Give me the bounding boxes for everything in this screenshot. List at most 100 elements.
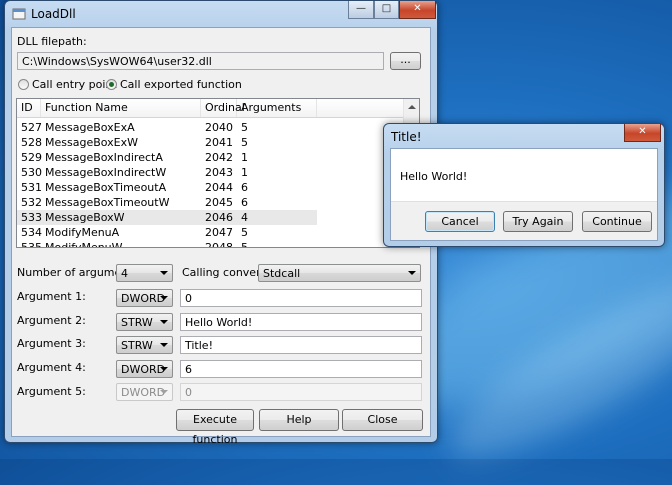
row-ordinal: 2048 [205, 241, 233, 248]
column-header-arguments[interactable]: Arguments [237, 99, 317, 117]
row-arguments: 6 [241, 181, 248, 194]
argument-1-input[interactable]: 0 [180, 289, 422, 307]
row-arguments: 5 [241, 226, 248, 239]
argument-2-type-value: STRW [121, 316, 153, 329]
row-ordinal: 2047 [205, 226, 233, 239]
row-function-name: MessageBoxExW [45, 136, 138, 149]
row-id: 531 [21, 181, 42, 194]
row-arguments: 6 [241, 196, 248, 209]
row-arguments: 1 [241, 151, 248, 164]
num-arguments-value: 4 [121, 267, 128, 280]
argument-3-type-value: STRW [121, 339, 153, 352]
argument-5-type-select: DWORD [116, 383, 173, 401]
argument-4-label: Argument 4: [17, 361, 86, 374]
row-ordinal: 2043 [205, 166, 233, 179]
scroll-up-arrow-icon[interactable] [408, 105, 416, 109]
chevron-down-icon [160, 367, 168, 371]
msgbox-cancel-button[interactable]: Cancel [425, 211, 495, 232]
radio-call-exported-function-label: Call exported function [120, 78, 242, 91]
row-id: 528 [21, 136, 42, 149]
msgbox-title: Title! [391, 130, 422, 144]
dll-filepath-input[interactable]: C:\Windows\SysWOW64\user32.dll [17, 52, 384, 70]
row-id: 533 [21, 211, 42, 224]
chevron-down-icon [408, 271, 416, 275]
minimize-button[interactable]: — [348, 1, 374, 19]
argument-1-type-select[interactable]: DWORD [116, 289, 173, 307]
msgbox-try-again-button[interactable]: Try Again [503, 211, 573, 232]
msgbox-client-area: Hello World! Cancel Try Again Continue [390, 148, 658, 241]
column-header-id[interactable]: ID [17, 99, 41, 117]
chevron-down-icon [160, 320, 168, 324]
browse-button[interactable]: ... [390, 52, 421, 70]
row-function-name: MessageBoxW [45, 211, 125, 224]
row-id: 534 [21, 226, 42, 239]
argument-2-label: Argument 2: [17, 314, 86, 327]
row-ordinal: 2044 [205, 181, 233, 194]
argument-3-label: Argument 3: [17, 337, 86, 350]
row-id: 532 [21, 196, 42, 209]
row-arguments: 5 [241, 121, 248, 134]
chevron-down-icon [160, 390, 168, 394]
table-row[interactable]: 530 MessageBoxIndirectW 2043 1 [17, 165, 317, 180]
row-function-name: MessageBoxExA [45, 121, 135, 134]
row-id: 529 [21, 151, 42, 164]
msgbox-titlebar[interactable]: Title! ✕ [384, 124, 664, 150]
row-function-name: ModifyMenuW [45, 241, 123, 248]
argument-4-type-value: DWORD [121, 363, 166, 376]
argument-2-type-select[interactable]: STRW [116, 313, 173, 331]
calling-convention-value: Stdcall [263, 267, 301, 280]
function-list-header: ID Function Name Ordinal Arguments [17, 99, 419, 118]
main-client-area: DLL filepath: C:\Windows\SysWOW64\user32… [11, 27, 431, 446]
table-row[interactable]: 534 ModifyMenuA 2047 5 [17, 225, 317, 240]
argument-4-type-select[interactable]: DWORD [116, 360, 173, 378]
main-title: LoadDll [31, 7, 76, 21]
row-function-name: ModifyMenuA [45, 226, 120, 239]
column-header-function-name[interactable]: Function Name [41, 99, 201, 117]
row-id: 530 [21, 166, 42, 179]
argument-1-label: Argument 1: [17, 290, 86, 303]
argument-1-type-value: DWORD [121, 292, 166, 305]
argument-4-input[interactable]: 6 [180, 360, 422, 378]
argument-2-input[interactable]: Hello World! [180, 313, 422, 331]
num-arguments-select[interactable]: 4 [116, 264, 173, 282]
table-row[interactable]: 531 MessageBoxTimeoutA 2044 6 [17, 180, 317, 195]
row-function-name: MessageBoxTimeoutW [45, 196, 170, 209]
main-titlebar[interactable]: LoadDll — □ ✕ [5, 1, 437, 27]
chevron-down-icon [160, 271, 168, 275]
row-ordinal: 2046 [205, 211, 233, 224]
table-row[interactable]: 533 MessageBoxW 2046 4 [17, 210, 317, 225]
maximize-button[interactable]: □ [374, 1, 399, 19]
radio-call-exported-function[interactable] [106, 79, 117, 90]
table-row[interactable]: 535 ModifyMenuW 2048 5 [17, 240, 317, 248]
row-arguments: 4 [241, 211, 248, 224]
msgbox-close-button[interactable]: ✕ [624, 124, 661, 142]
table-row[interactable]: 527 MessageBoxExA 2040 5 [17, 120, 317, 135]
row-arguments: 5 [241, 136, 248, 149]
row-arguments: 1 [241, 166, 248, 179]
calling-convention-select[interactable]: Stdcall [258, 264, 421, 282]
row-id: 527 [21, 121, 42, 134]
window-close-button[interactable]: ✕ [399, 1, 436, 19]
row-arguments: 5 [241, 241, 248, 248]
row-id: 535 [21, 241, 42, 248]
message-box-window: Title! ✕ Hello World! Cancel Try Again C… [383, 123, 665, 247]
argument-3-type-select[interactable]: STRW [116, 336, 173, 354]
msgbox-continue-button[interactable]: Continue [582, 211, 652, 232]
table-row[interactable]: 529 MessageBoxIndirectA 2042 1 [17, 150, 317, 165]
row-ordinal: 2045 [205, 196, 233, 209]
dll-filepath-label: DLL filepath: [17, 35, 87, 48]
argument-5-input: 0 [180, 383, 422, 401]
function-list[interactable]: ID Function Name Ordinal Arguments 527 Me… [16, 98, 420, 248]
table-row[interactable]: 528 MessageBoxExW 2041 5 [17, 135, 317, 150]
row-ordinal: 2041 [205, 136, 233, 149]
table-row[interactable]: 532 MessageBoxTimeoutW 2045 6 [17, 195, 317, 210]
argument-3-input[interactable]: Title! [180, 336, 422, 354]
help-button[interactable]: Help [259, 409, 339, 431]
argument-5-type-value: DWORD [121, 386, 166, 399]
column-header-ordinal[interactable]: Ordinal [201, 99, 245, 117]
execute-function-button[interactable]: Execute function [176, 409, 254, 446]
close-button[interactable]: Close [342, 409, 423, 431]
chevron-down-icon [160, 343, 168, 347]
radio-call-entry-point[interactable] [18, 79, 29, 90]
row-function-name: MessageBoxTimeoutA [45, 181, 167, 194]
